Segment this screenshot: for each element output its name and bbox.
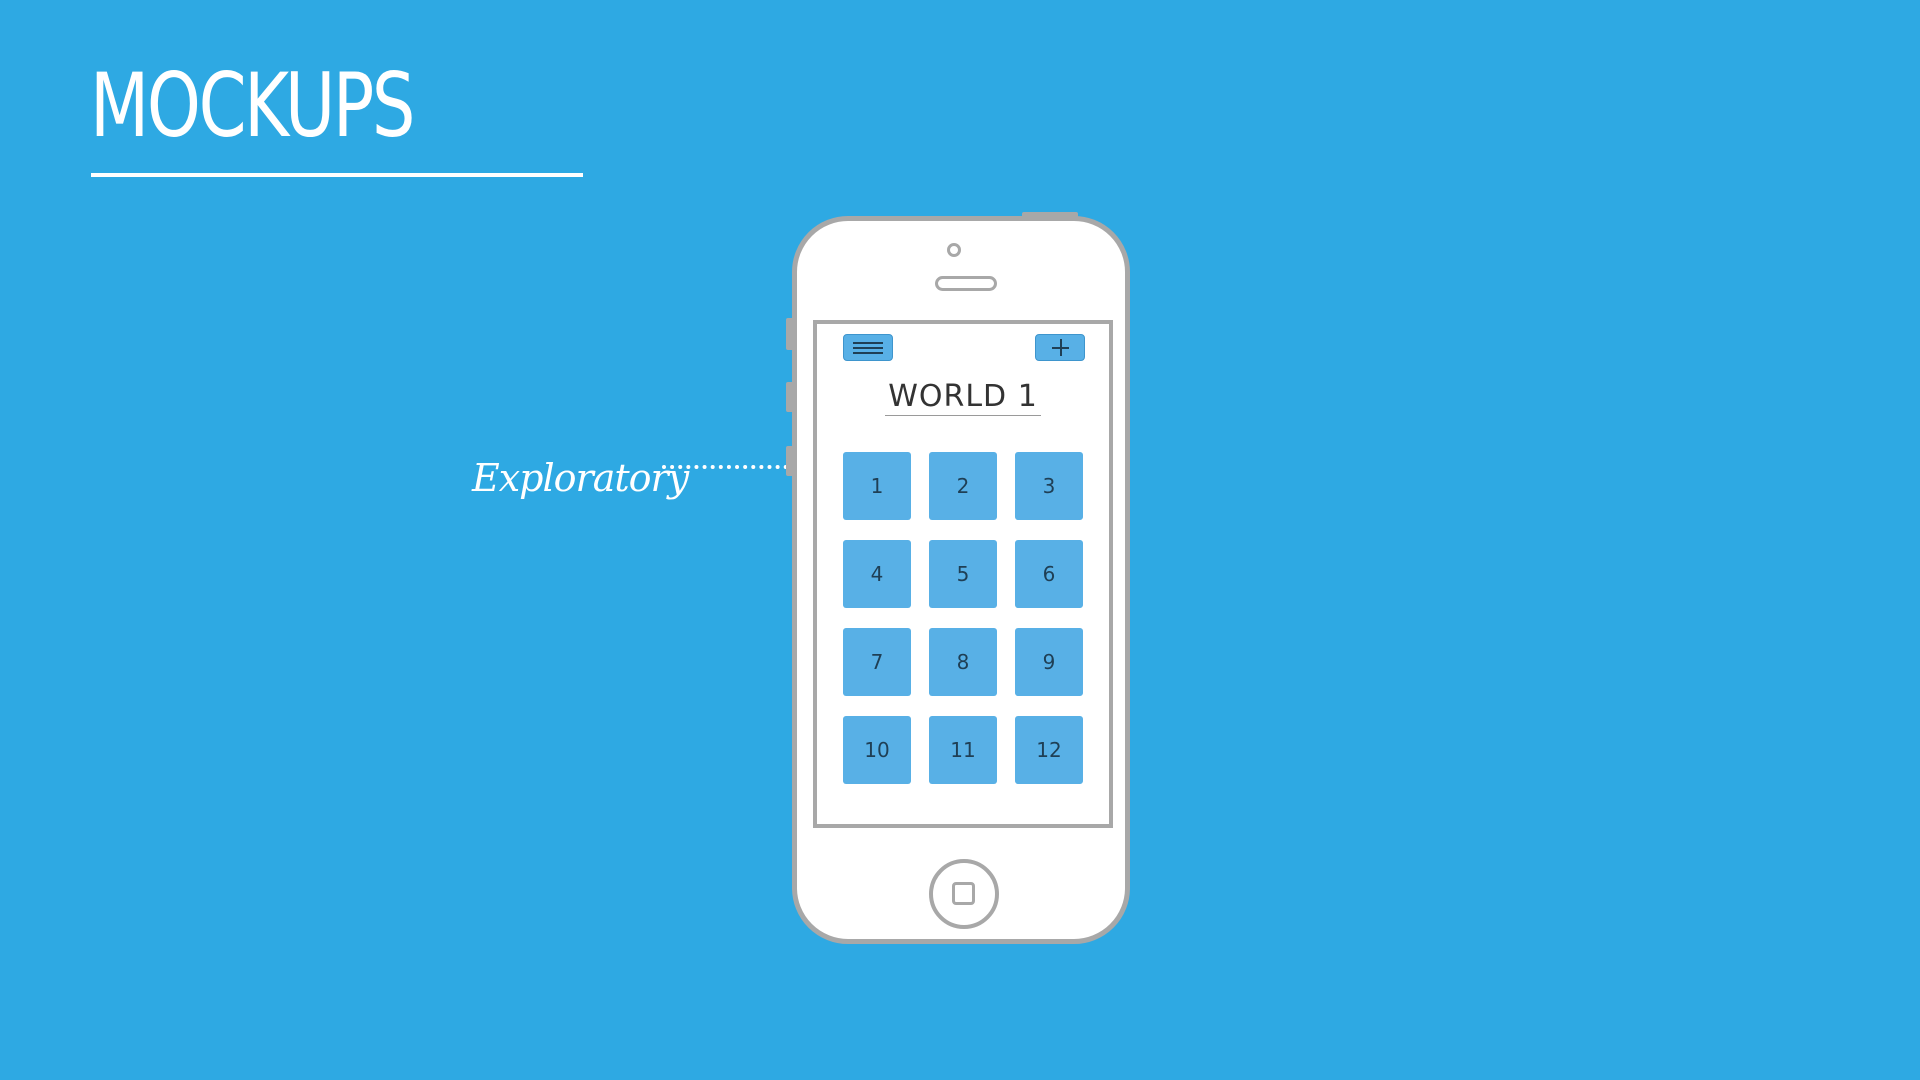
home-square-icon xyxy=(952,882,975,905)
level-tile-7[interactable]: 7 xyxy=(843,628,911,696)
world-title-text: WORLD 1 xyxy=(885,380,1041,416)
level-tile-10[interactable]: 10 xyxy=(843,716,911,784)
phone-mockup: WORLD 1 1 2 3 4 5 6 7 8 9 10 11 12 xyxy=(792,216,1130,944)
level-tile-2[interactable]: 2 xyxy=(929,452,997,520)
level-grid: 1 2 3 4 5 6 7 8 9 10 11 12 xyxy=(843,452,1085,784)
level-tile-6[interactable]: 6 xyxy=(1015,540,1083,608)
slide-title: MOCKUPS xyxy=(90,54,416,157)
phone-screen: WORLD 1 1 2 3 4 5 6 7 8 9 10 11 12 xyxy=(813,320,1113,828)
level-tile-3[interactable]: 3 xyxy=(1015,452,1083,520)
phone-camera xyxy=(947,243,961,257)
callout-dotted-line xyxy=(662,465,796,469)
level-tile-8[interactable]: 8 xyxy=(929,628,997,696)
phone-home-button xyxy=(929,859,999,929)
level-tile-1[interactable]: 1 xyxy=(843,452,911,520)
level-tile-5[interactable]: 5 xyxy=(929,540,997,608)
level-tile-9[interactable]: 9 xyxy=(1015,628,1083,696)
level-tile-12[interactable]: 12 xyxy=(1015,716,1083,784)
slide: MOCKUPS Exploratory WORLD 1 1 2 3 4 5 6 … xyxy=(0,0,1920,1080)
plus-icon[interactable] xyxy=(1035,334,1085,361)
title-underline xyxy=(91,173,583,177)
level-tile-4[interactable]: 4 xyxy=(843,540,911,608)
hamburger-menu-icon[interactable] xyxy=(843,334,893,361)
world-title: WORLD 1 xyxy=(817,380,1109,416)
callout-label: Exploratory xyxy=(472,456,689,500)
phone-speaker xyxy=(935,276,997,291)
level-tile-11[interactable]: 11 xyxy=(929,716,997,784)
